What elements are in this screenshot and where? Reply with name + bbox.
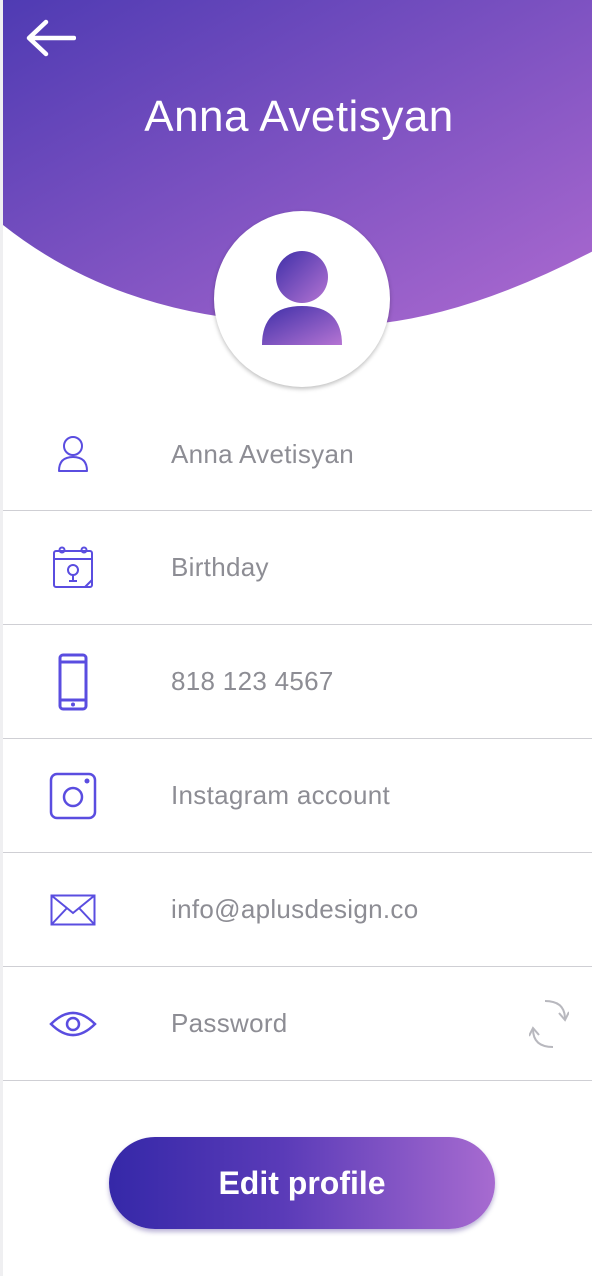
instagram-placeholder: Instagram account <box>171 780 390 810</box>
phone-field[interactable]: 818 123 4567 <box>3 625 592 739</box>
phone-value: 818 123 4567 <box>171 666 334 696</box>
envelope-icon <box>43 880 103 940</box>
instagram-field[interactable]: Instagram account <box>3 739 592 853</box>
email-value: info@aplusdesign.co <box>171 894 419 924</box>
refresh-icon[interactable] <box>527 996 571 1052</box>
calendar-icon <box>43 538 103 598</box>
user-icon <box>43 424 103 484</box>
instagram-icon <box>43 766 103 826</box>
avatar[interactable] <box>214 211 390 387</box>
profile-fields: Anna Avetisyan Birthday 818 123 4567 Ins… <box>3 398 592 1081</box>
password-field[interactable]: Password <box>3 967 592 1081</box>
password-placeholder: Password <box>171 1008 288 1038</box>
name-value: Anna Avetisyan <box>171 438 354 469</box>
back-button[interactable] <box>21 14 79 62</box>
smartphone-icon <box>43 652 103 712</box>
user-silhouette-icon <box>262 251 342 345</box>
birthday-placeholder: Birthday <box>171 552 269 582</box>
profile-name: Anna Avetisyan <box>144 92 454 141</box>
arrow-left-icon <box>26 19 76 57</box>
birthday-field[interactable]: Birthday <box>3 511 592 625</box>
edit-profile-button[interactable]: Edit profile <box>109 1137 495 1229</box>
eye-icon <box>43 994 103 1054</box>
email-field[interactable]: info@aplusdesign.co <box>3 853 592 967</box>
name-field[interactable]: Anna Avetisyan <box>3 398 592 511</box>
profile-screen: Anna Avetisyan Anna Avetisyan Birthday 8… <box>0 0 592 1276</box>
